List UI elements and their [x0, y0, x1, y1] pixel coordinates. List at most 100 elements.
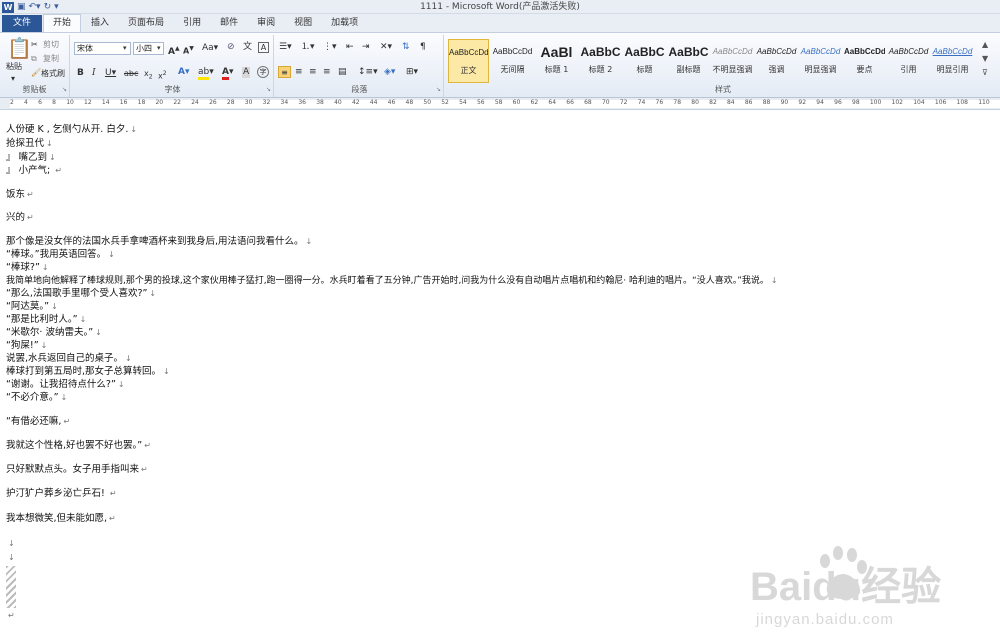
style-normal[interactable]: AaBbCcDd 正文: [448, 39, 489, 83]
ruler-number: 82: [709, 99, 717, 106]
document-area[interactable]: 人份硬 K , 乞侧勺从开. 白夕. ↓ 抢探丑代 ↓ 』 嘴乙到 ↓ 』 小产气; …: [0, 110, 1000, 637]
shading-icon[interactable]: ◈▾: [384, 67, 395, 78]
style-name: 明显强调: [804, 65, 837, 74]
style-intense-emphasis[interactable]: AaBbCcDd 明显强调: [800, 39, 841, 83]
phonetic-guide-icon[interactable]: 文: [243, 42, 252, 53]
ruler-number: 18: [137, 99, 146, 106]
ruler-number: 110: [978, 99, 990, 106]
tab-mailings[interactable]: 邮件: [211, 15, 247, 32]
underline-icon[interactable]: U▾: [105, 68, 116, 79]
style-sample: AaBbCcDd: [888, 47, 929, 56]
styles-group-label: 样式: [715, 85, 731, 94]
copy-button[interactable]: 复制: [43, 54, 59, 64]
cut-button[interactable]: 剪切: [43, 40, 59, 50]
clear-formatting-icon[interactable]: ⊘: [227, 42, 235, 53]
justify-icon[interactable]: ≡: [323, 67, 331, 78]
clipboard-launcher-icon[interactable]: ↘: [62, 84, 67, 95]
align-left-icon[interactable]: ≡: [278, 66, 291, 78]
style-strong[interactable]: AaBbCcDd 要点: [844, 39, 885, 83]
character-border-icon[interactable]: A: [258, 42, 269, 53]
style-emphasis[interactable]: AaBbCcDd 强调: [756, 39, 797, 83]
horizontal-ruler[interactable]: 2 4 6 8 10 12 14 16 18 20 22 24 26 28 30 32 34 36 38 40 42 44…: [0, 98, 1000, 110]
ruler-number: 50: [423, 99, 432, 106]
distributed-icon[interactable]: ▤: [338, 67, 347, 78]
highlight-icon[interactable]: ab▾: [198, 67, 214, 80]
numbering-icon[interactable]: ⒈▾: [301, 42, 315, 53]
subscript-icon[interactable]: x2: [144, 68, 153, 83]
font-color-icon[interactable]: A▾: [222, 67, 234, 80]
ruler-number: 6: [38, 99, 42, 106]
change-case-icon[interactable]: Aa▾: [202, 43, 218, 54]
styles-scroll-up-icon[interactable]: ▲: [982, 39, 988, 51]
font-size-dropdown-icon[interactable]: ▾: [157, 43, 161, 54]
window-title: 1111 - Microsoft Word(产品激活失败): [420, 2, 580, 12]
tab-file[interactable]: 文件: [2, 15, 43, 32]
style-heading-2[interactable]: AaBbC 标题 2: [580, 39, 621, 83]
tab-page-layout[interactable]: 页面布局: [119, 15, 173, 32]
grow-font-icon[interactable]: A▲: [168, 43, 180, 58]
styles-more-icon[interactable]: ⊽: [982, 67, 988, 79]
show-marks-icon[interactable]: ¶: [420, 42, 426, 53]
tab-references[interactable]: 引用: [174, 15, 210, 32]
document-line: 护汀犷户葬乡泌亡乒石! ↵: [6, 488, 117, 499]
document-line: “谢谢。让我招待点什么?” ↓: [6, 379, 125, 390]
superscript-icon[interactable]: x2: [158, 68, 167, 82]
style-heading-1[interactable]: AaBl 标题 1: [536, 39, 577, 83]
align-center-icon[interactable]: ≡: [295, 67, 303, 78]
style-name: 强调: [768, 65, 785, 74]
ruler-number: 16: [119, 99, 128, 106]
ruler-number: 72: [619, 99, 628, 106]
style-name: 标题 2: [588, 65, 613, 74]
styles-scroll-down-icon[interactable]: ▼: [982, 53, 988, 65]
tab-addins[interactable]: 加载项: [322, 15, 367, 32]
shrink-font-icon[interactable]: A▼: [183, 43, 194, 57]
style-sample: AaBbCcDd: [492, 47, 533, 56]
sort-icon[interactable]: ⇅: [402, 42, 410, 53]
italic-icon[interactable]: I: [92, 68, 96, 79]
style-sample: AaBbC: [624, 45, 665, 59]
strikethrough-icon[interactable]: abc: [124, 68, 138, 79]
character-shading-icon[interactable]: A: [242, 67, 251, 78]
ruler-number: 84: [726, 99, 735, 106]
tab-review[interactable]: 审阅: [248, 15, 284, 32]
font-name-dropdown-icon[interactable]: ▾: [123, 43, 127, 54]
style-quote[interactable]: AaBbCcDd 引用: [888, 39, 929, 83]
ruler-number: 96: [834, 99, 842, 106]
increase-indent-icon[interactable]: ⇥: [362, 42, 370, 53]
tab-home[interactable]: 开始: [43, 14, 82, 32]
style-sample: AaBl: [540, 44, 573, 60]
enclose-characters-icon[interactable]: 字: [257, 66, 269, 78]
format-painter-button[interactable]: 格式刷: [41, 69, 65, 79]
font-launcher-icon[interactable]: ↘: [266, 84, 271, 95]
paste-dropdown-icon[interactable]: ▾: [11, 73, 15, 84]
style-subtitle[interactable]: AaBbC 副标题: [668, 39, 709, 83]
align-right-icon[interactable]: ≡: [309, 67, 317, 78]
style-sample: AaBbCcDd: [844, 47, 885, 56]
ruler-number: 12: [84, 99, 92, 106]
tab-insert[interactable]: 插入: [82, 15, 118, 32]
paste-icon[interactable]: 📋: [7, 37, 32, 59]
text-effects-icon[interactable]: A▾: [178, 67, 189, 78]
line-spacing-icon[interactable]: ↕≡▾: [358, 67, 378, 78]
ruler-number: 2: [10, 99, 14, 106]
ruler-number: 76: [655, 99, 664, 106]
ruler-number: 100: [869, 99, 882, 106]
style-intense-quote[interactable]: AaBbCcDd 明显引用: [932, 39, 973, 83]
paragraph-launcher-icon[interactable]: ↘: [436, 84, 441, 95]
multilevel-list-icon[interactable]: ⋮▾: [323, 42, 337, 53]
chinese-layout-icon[interactable]: ✕▾: [380, 42, 392, 53]
ruler-number: 94: [816, 99, 824, 106]
ruler-number: 64: [548, 99, 557, 106]
bold-icon[interactable]: B: [77, 68, 84, 79]
document-line: 饭东 ↵: [6, 189, 34, 200]
style-no-spacing[interactable]: AaBbCcDd 无间隔: [492, 39, 533, 83]
style-title[interactable]: AaBbC 标题: [624, 39, 665, 83]
decrease-indent-icon[interactable]: ⇤: [346, 42, 354, 53]
bullets-icon[interactable]: ☰▾: [279, 42, 292, 53]
ruler-number: 4: [24, 99, 28, 106]
paste-button[interactable]: 粘贴: [6, 62, 22, 72]
borders-icon[interactable]: ⊞▾: [406, 67, 418, 78]
tab-view[interactable]: 视图: [285, 15, 321, 32]
style-subtle-emphasis[interactable]: AaBbCcDd 不明显强调: [712, 39, 753, 83]
document-line: “有借必还嘛, ↵: [6, 416, 71, 427]
